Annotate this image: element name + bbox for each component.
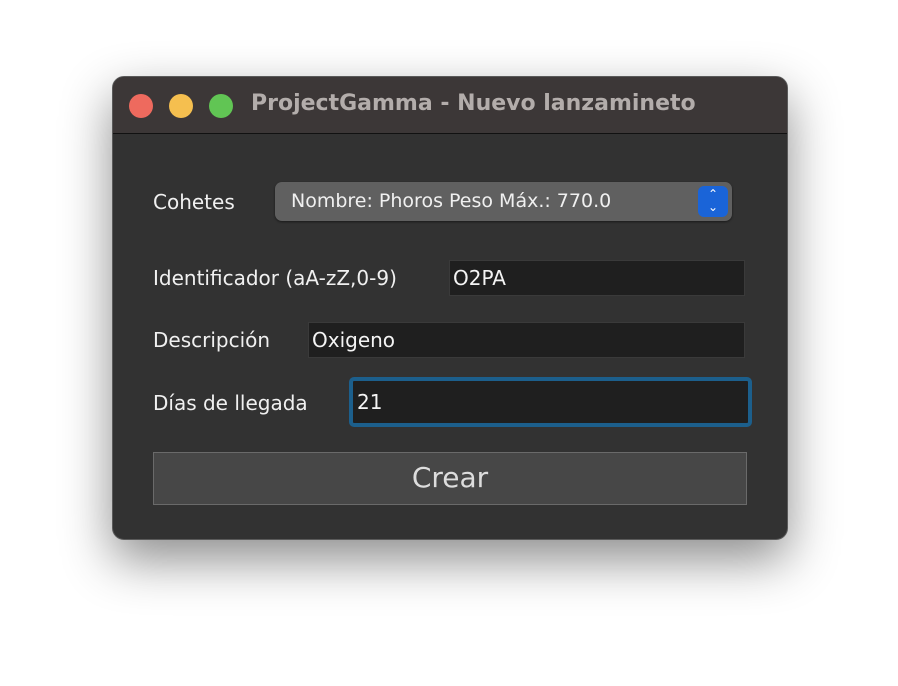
minimize-button[interactable]: [169, 94, 193, 118]
descripcion-input[interactable]: [308, 322, 745, 358]
identificador-label: Identificador (aA-zZ,0-9): [153, 266, 397, 290]
dialog-window: ProjectGamma - Nuevo lanzamineto Cohetes…: [112, 76, 788, 540]
identificador-input[interactable]: [449, 260, 745, 296]
close-button[interactable]: [129, 94, 153, 118]
window-title: ProjectGamma - Nuevo lanzamineto: [251, 91, 696, 116]
cohetes-select[interactable]: Nombre: Phoros Peso Máx.: 770.0 ⌃ ⌄: [275, 182, 732, 221]
dias-input[interactable]: [349, 377, 752, 427]
zoom-button[interactable]: [209, 94, 233, 118]
dias-label: Días de llegada: [153, 391, 308, 415]
cohetes-selected-value: Nombre: Phoros Peso Máx.: 770.0: [291, 190, 612, 212]
descripcion-label: Descripción: [153, 328, 271, 352]
crear-button[interactable]: Crear: [153, 452, 747, 505]
cohetes-label: Cohetes: [153, 190, 235, 214]
title-bar: ProjectGamma - Nuevo lanzamineto: [113, 77, 787, 134]
chevron-up-down-icon: ⌃ ⌄: [698, 186, 728, 217]
